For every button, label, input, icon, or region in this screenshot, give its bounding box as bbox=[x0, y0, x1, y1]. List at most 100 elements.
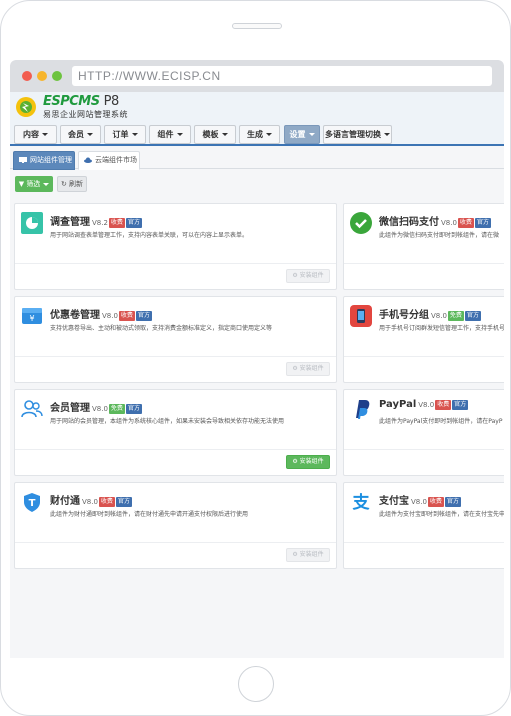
nav-generate[interactable]: 生成 bbox=[239, 125, 280, 144]
close-window-icon[interactable] bbox=[22, 71, 32, 81]
badge-official: 官方 bbox=[464, 311, 481, 321]
nav-components[interactable]: 组件 bbox=[149, 125, 191, 144]
filter-icon: ▼ bbox=[18, 180, 25, 188]
badge-official: 官方 bbox=[125, 218, 142, 228]
svg-text:T: T bbox=[29, 498, 36, 509]
nav-language-switch[interactable]: 多语言管理切换 bbox=[323, 125, 392, 144]
espcms-logo-icon bbox=[16, 97, 36, 117]
badge-charge: 收费 bbox=[118, 311, 135, 321]
card-divider bbox=[344, 542, 504, 543]
badge-official: 官方 bbox=[444, 497, 461, 507]
alipay-icon: 支 bbox=[350, 491, 372, 513]
install-button[interactable]: ⚙ 安装组件 bbox=[286, 548, 330, 562]
card-description: 此组件为微信扫码支付即时到帐组件，请在微 bbox=[379, 232, 500, 239]
nav-templates[interactable]: 模板 bbox=[194, 125, 236, 144]
card-version: V8.0 bbox=[431, 312, 447, 320]
maximize-window-icon[interactable] bbox=[52, 71, 62, 81]
card-title: 财付通 bbox=[50, 496, 80, 507]
wallet-icon: ¥ bbox=[22, 308, 42, 324]
badge-charge: 收费 bbox=[457, 218, 474, 228]
card-version: V8.0 bbox=[411, 498, 427, 506]
badge-official: 官方 bbox=[452, 400, 469, 410]
component-card-alipay: 支 支付宝 V8.0 收费 官方 此组件为支付宝即时到帐组件，请在支付宝先申 bbox=[343, 482, 504, 569]
chevron-down-icon bbox=[43, 182, 50, 186]
card-description: 用于手机号订阅群发短信管理工作，支持手机号添 bbox=[379, 325, 504, 332]
chevron-down-icon bbox=[308, 133, 315, 136]
card-title: 支付宝 bbox=[379, 496, 409, 507]
card-divider bbox=[344, 356, 504, 357]
badge-charge: 收费 bbox=[427, 497, 444, 507]
card-version: V8.0 bbox=[92, 405, 108, 413]
chevron-down-icon bbox=[266, 133, 272, 136]
badge-official: 官方 bbox=[125, 404, 142, 414]
badge-free: 免费 bbox=[447, 311, 464, 321]
card-divider bbox=[15, 356, 336, 357]
card-version: V8.0 bbox=[82, 498, 98, 506]
card-divider bbox=[15, 449, 336, 450]
badge-official: 官方 bbox=[115, 497, 132, 507]
nav-content[interactable]: 内容 bbox=[14, 125, 57, 144]
browser-window: HTTP://WWW.ECISP.CN ESPCMS P8 易思企业网站管理系统… bbox=[10, 60, 504, 658]
card-divider bbox=[344, 449, 504, 450]
svg-text:支: 支 bbox=[353, 492, 371, 513]
mobile-phone-icon bbox=[350, 305, 372, 327]
gear-icon: ⚙ bbox=[292, 551, 298, 558]
install-button[interactable]: ⚙ 安装组件 bbox=[286, 269, 330, 283]
badge-official: 官方 bbox=[474, 218, 491, 228]
card-description: 此组件为支付宝即时到帐组件，请在支付宝先申 bbox=[379, 511, 504, 518]
tablet-speaker bbox=[232, 23, 282, 29]
svg-text:¥: ¥ bbox=[29, 314, 34, 323]
card-divider bbox=[15, 263, 336, 264]
nav-orders[interactable]: 订单 bbox=[104, 125, 146, 144]
card-divider bbox=[15, 542, 336, 543]
refresh-button[interactable]: ↻ 刷新 bbox=[57, 176, 87, 192]
chevron-down-icon bbox=[87, 133, 93, 136]
install-button[interactable]: ⚙ 安装组件 bbox=[286, 362, 330, 376]
main-navigation: 内容 会员 订单 组件 模板 生成 设置 多语言管理切换 bbox=[10, 122, 504, 146]
card-description: 支持优惠卷导出、主动和被动式领取，支持消费金额标准定义，指定商口使用定义等 bbox=[50, 325, 273, 332]
chevron-down-icon bbox=[176, 133, 183, 136]
tablet-frame: HTTP://WWW.ECISP.CN ESPCMS P8 易思企业网站管理系统… bbox=[0, 0, 511, 716]
cms-header: ESPCMS P8 易思企业网站管理系统 bbox=[10, 92, 504, 122]
install-button[interactable]: ⚙ 安装组件 bbox=[286, 455, 330, 469]
card-divider bbox=[344, 263, 504, 264]
browser-titlebar: HTTP://WWW.ECISP.CN bbox=[10, 60, 504, 92]
component-card-paypal: PayPal V8.0 收费 官方 此组件为PayPal支付即时到帐组件，请在PayP bbox=[343, 389, 504, 476]
card-title: 优惠卷管理 bbox=[50, 310, 100, 321]
badge-charge: 收费 bbox=[435, 400, 452, 410]
toolbar: ▼ 筛选 ↻ 刷新 bbox=[10, 170, 504, 196]
nav-members[interactable]: 会员 bbox=[60, 125, 101, 144]
logo-brand: ESPCMS P8 bbox=[43, 94, 119, 109]
shield-t-icon: T bbox=[24, 493, 40, 512]
wechat-check-icon bbox=[350, 212, 372, 234]
tab-site-components[interactable]: 网站组件管理 bbox=[13, 151, 75, 170]
home-button[interactable] bbox=[238, 666, 274, 702]
gear-icon: ⚙ bbox=[292, 365, 298, 372]
tab-bar: 网站组件管理 云端组件市场 bbox=[10, 148, 504, 170]
component-card-members: 会员管理 V8.0 免费 官方 用于网站的会员管理，本组件为系统核心组件，如果未安装会… bbox=[14, 389, 337, 476]
tab-cloud-market[interactable]: 云端组件市场 bbox=[78, 151, 140, 170]
component-grid: 调查管理 V8.2 收费 官方 用于网站调查表单管理工作，支持内容表单关联，可以在内容… bbox=[10, 200, 504, 658]
users-icon bbox=[21, 400, 43, 418]
minimize-window-icon[interactable] bbox=[37, 71, 47, 81]
card-version: V8.2 bbox=[92, 219, 108, 227]
pie-chart-icon bbox=[21, 212, 43, 234]
card-version: V8.0 bbox=[418, 401, 435, 409]
card-title: PayPal bbox=[379, 399, 417, 410]
gear-icon: ⚙ bbox=[292, 458, 298, 465]
refresh-icon: ↻ bbox=[60, 180, 67, 188]
card-title: 手机号分组 bbox=[379, 310, 429, 321]
nav-settings[interactable]: 设置 bbox=[284, 125, 320, 144]
badge-official: 官方 bbox=[135, 311, 152, 321]
monitor-icon bbox=[19, 157, 27, 163]
component-card-coupon: ¥ 优惠卷管理 V8.0 收费 官方 支持优惠卷导出、主动和被动式领取，支持消费金额标… bbox=[14, 296, 337, 383]
logo-subtitle: 易思企业网站管理系统 bbox=[43, 110, 128, 119]
chevron-down-icon bbox=[131, 133, 138, 136]
address-bar[interactable]: HTTP://WWW.ECISP.CN bbox=[72, 66, 492, 86]
component-card-phone-group: 手机号分组 V8.0 免费 官方 用于手机号订阅群发短信管理工作，支持手机号添 bbox=[343, 296, 504, 383]
filter-button[interactable]: ▼ 筛选 bbox=[15, 176, 53, 192]
badge-free: 免费 bbox=[108, 404, 125, 414]
chevron-down-icon bbox=[221, 133, 228, 136]
card-description: 此组件为PayPal支付即时到帐组件，请在PayP bbox=[379, 418, 503, 425]
card-description: 此组件为财付通即时到帐组件，请在财付通先申请开通支付权限后进行使用 bbox=[50, 511, 249, 518]
